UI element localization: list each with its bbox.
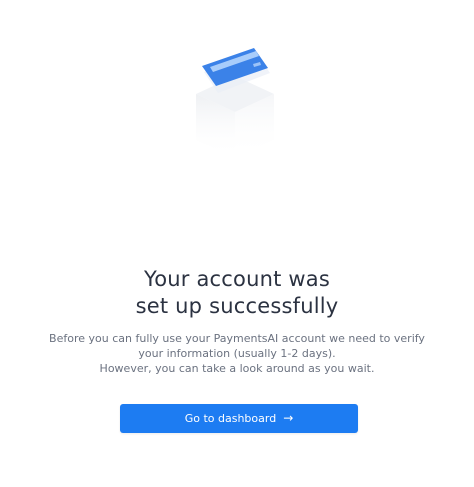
arrow-right-icon: →: [283, 410, 294, 425]
go-to-dashboard-button[interactable]: Go to dashboard →: [120, 404, 358, 433]
description-line-2: your information (usually 1-2 days).: [138, 347, 336, 360]
description-line-1: Before you can fully use your PaymentsAI…: [49, 332, 425, 345]
credit-card-icon: [196, 48, 274, 158]
title-line-2: set up successfully: [135, 294, 339, 318]
description: Before you can fully use your PaymentsAI…: [0, 331, 474, 376]
title-line-1: Your account was: [143, 267, 331, 291]
description-line-3: However, you can take a look around as y…: [99, 362, 375, 375]
success-page: Your account was set up successfully Bef…: [0, 0, 474, 487]
page-title: Your account was set up successfully: [0, 266, 474, 320]
go-to-dashboard-label: Go to dashboard: [184, 412, 277, 425]
